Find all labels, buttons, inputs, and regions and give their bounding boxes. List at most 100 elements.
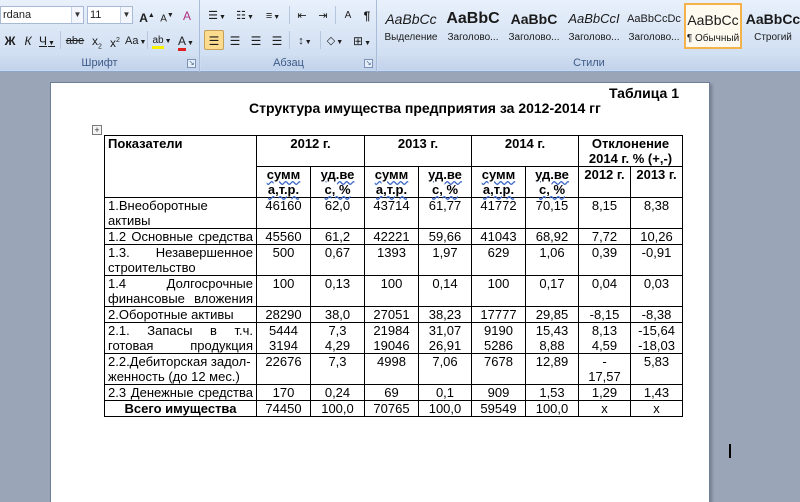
grow-font-button[interactable]: A▲ [137,5,157,25]
row-label: 2.2.Дебиторская задол-женность (до 12 ме… [104,353,257,385]
table-cell: 0,14 [418,275,472,307]
numbering-button[interactable]: ☷▼ [232,5,258,25]
style-tile[interactable]: AaBbCc Выделение [382,3,440,49]
header-share-a: уд.ве [428,167,462,182]
style-sample: AaBbCc [687,12,739,28]
header-deviation: Отклонение 2014 г. % (+,-) [578,135,683,167]
bold-button[interactable]: Ж [0,30,20,50]
table-number-label: Таблица 1 [608,85,679,101]
table-cell: 170 [256,384,311,401]
table-cell: 59549 [471,400,526,417]
table-cell: -8,15 [578,306,631,323]
separator [289,31,290,49]
style-tile[interactable]: AaBbCcDc Заголово... [625,3,683,49]
table-cell: 1,06 [525,244,579,276]
table-row: 2.3 Денежные средства 170 0,24 69 0,1 909 1,53… [104,384,683,401]
row-label: 2.Оборотные активы [104,306,257,323]
sort-button[interactable]: A [338,5,358,25]
table-cell: 100,0 [418,400,472,417]
font-name-dropdown-icon[interactable]: ▼ [71,7,83,23]
style-name: Заголово... [628,32,680,43]
style-name: Заголово... [508,32,560,43]
header-share: уд.ве с, % [310,166,365,198]
header-share-b: с, % [324,182,351,197]
table-cell: 500 [256,244,311,276]
decrease-indent-button[interactable]: ⇤ [292,5,312,25]
row-label: Всего имущества [104,400,257,417]
table-cell: 0,24 [310,384,365,401]
superscript-button[interactable]: x2 [105,30,125,50]
style-tile[interactable]: AaBbCcI Заголово... [565,3,623,49]
shrink-font-button[interactable]: A▼ [157,5,177,25]
style-sample: AaBbCcDc [627,13,681,25]
style-tile[interactable]: AaBbC Заголово... [505,3,563,49]
increase-indent-button[interactable]: ⇥ [313,5,333,25]
font-dialog-launcher-icon[interactable]: ↘ [187,59,196,68]
table-cell: 1,97 [418,244,472,276]
table-cell: 62,0 [310,197,365,229]
style-name: Заголово... [447,32,499,43]
clear-format-button[interactable]: A [177,5,197,25]
separator [60,31,61,49]
ribbon: rdana ▼ 11 ▼ A▲ A▼ A Ж К Ч▼ abe x2 x2 Aa… [0,0,800,72]
align-left-button[interactable]: ☰ [204,30,224,50]
font-size-value: 11 [90,9,102,21]
row-label: 2.3 Денежные средства [104,384,257,401]
bullets-button[interactable]: ☰▼ [204,5,230,25]
table-cell: 8,15 [578,197,631,229]
table-cell: 38,0 [310,306,365,323]
shading-button[interactable]: ◇▼ [323,30,347,50]
paragraph-group: ☰▼ ☷▼ ≡▼ ⇤ ⇥ A ¶ ☰ ☰ ☰ ☰ ↕▼ ◇▼ ⊞▼ Абзац … [201,0,377,72]
table-cell: 41772 [471,197,526,229]
change-case-button[interactable]: Aa▼ [124,30,146,50]
subscript-button[interactable]: x2 [87,30,107,50]
multilevel-list-button[interactable]: ≡▼ [260,5,286,25]
show-formatting-button[interactable]: ¶ [357,5,377,25]
header-sum: сумм а,т.р. [256,166,311,198]
justify-button[interactable]: ☰ [267,30,287,50]
header-share-a: уд.ве [535,167,569,182]
table-cell: 61,2 [310,228,365,245]
table-cell: 100,0 [525,400,579,417]
shrink-font-label: A [160,13,167,25]
table-move-handle-icon[interactable]: + [92,125,102,135]
header-share: уд.ве с, % [418,166,472,198]
header-share-b: с, % [431,182,458,197]
style-tile[interactable]: AaBbC Заголово... [444,3,502,49]
font-name-combo[interactable]: rdana ▼ [0,6,84,24]
table-row: Всего имущества 74450 100,0 70765 100,0 59549… [104,400,683,417]
style-sample: AaBbCc [385,11,437,27]
table-cell: 70,15 [525,197,579,229]
align-center-button[interactable]: ☰ [225,30,245,50]
borders-button[interactable]: ⊞▼ [349,30,375,50]
style-sample: AaBbC [446,10,500,27]
change-case-label: Aa [125,35,139,47]
table-cell: 8,38 [630,197,683,229]
document-page[interactable]: Таблица 1 Структура имущества предприяти… [50,82,731,502]
underline-button[interactable]: Ч▼ [36,30,58,50]
table-cell: 70765 [364,400,419,417]
font-size-dropdown-icon[interactable]: ▼ [120,7,132,23]
paragraph-dialog-launcher-icon[interactable]: ↘ [364,59,373,68]
table-cell: 74450 [256,400,311,417]
table-cell: - 17,57 [578,353,631,385]
highlight-button[interactable]: ab▼ [150,30,174,50]
header-2012: 2012 г. [256,135,365,167]
table-cell: 29,85 [525,306,579,323]
align-right-button[interactable]: ☰ [246,30,266,50]
styles-group-label: Стили [378,56,800,70]
row-label: 1.4 Долгосрочные финансовые вложения [104,275,257,307]
row-label: 1.3. Незавершенное строительство [104,244,257,276]
font-color-button[interactable]: A▼ [175,30,197,51]
table-cell: 69 [364,384,419,401]
line-spacing-button[interactable]: ↕▼ [292,30,318,50]
strikethrough-button[interactable]: abe [63,30,87,50]
table-cell: 42221 [364,228,419,245]
style-tile[interactable]: AaBbCc Строгий [744,3,800,49]
font-size-combo[interactable]: 11 ▼ [87,6,133,24]
italic-button[interactable]: К [18,30,38,50]
table-cell: -15,64 -18,03 [630,322,683,354]
style-tile-selected[interactable]: AaBbCc ¶ Обычный [684,3,742,49]
table-cell: 1393 [364,244,419,276]
styles-group: AaBbCc Выделение AaBbC Заголово... AaBbC… [378,0,800,72]
